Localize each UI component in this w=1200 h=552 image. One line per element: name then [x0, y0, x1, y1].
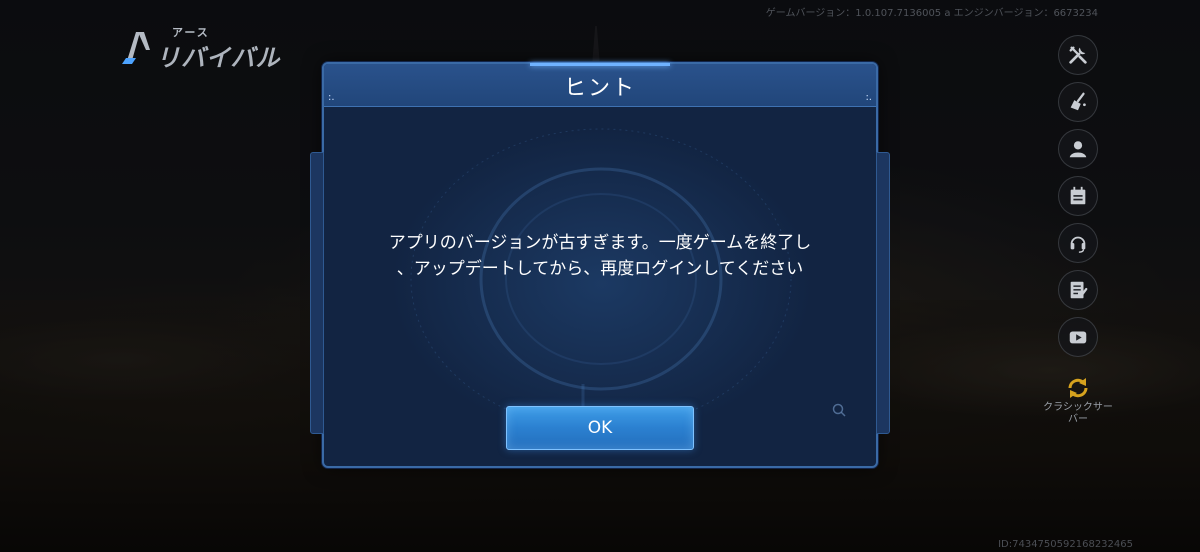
dialog-message: アプリのバージョンが古すぎます。一度ゲームを終了し 、アップデートしてから、再度… — [354, 230, 846, 282]
support-button[interactable] — [1058, 223, 1098, 263]
ok-button[interactable]: OK — [506, 406, 694, 450]
tools-button[interactable] — [1058, 35, 1098, 75]
dialog-right-wing — [876, 152, 890, 434]
account-button[interactable] — [1058, 129, 1098, 169]
version-info: ゲームバージョン：1.0.107.7136005 a エンジンバージョン：667… — [765, 8, 1098, 19]
play-icon — [1069, 331, 1087, 344]
hint-dialog: ヒント :. :. アプリのバージョンが古すぎます。一度ゲームを終了し 、アップ… — [310, 62, 890, 468]
survey-button[interactable] — [1058, 270, 1098, 310]
user-icon — [1069, 141, 1087, 158]
logo-title: リバイバル — [156, 44, 281, 72]
dialog-title-bar: ヒント :. :. — [324, 63, 876, 107]
message-line-1: アプリのバージョンが古すぎます。一度ゲームを終了し — [388, 233, 812, 253]
notice-button[interactable] — [1058, 176, 1098, 216]
classic-server-button[interactable]: クラシックサー バー — [1038, 374, 1118, 426]
refresh-icon — [1068, 378, 1088, 398]
calendar-icon — [1070, 186, 1086, 205]
notes-icon — [1070, 281, 1088, 299]
logo-mark-icon — [122, 32, 150, 64]
game-logo: アース リバイバル — [122, 22, 292, 72]
search-icon — [832, 403, 846, 417]
game-screen: アース リバイバル ゲームバージョン：1.0.107.7136005 a エンジ… — [0, 0, 1200, 552]
dialog-title: ヒント — [563, 76, 636, 101]
broom-icon — [1070, 92, 1086, 111]
dialog-left-wing — [310, 152, 324, 434]
classic-server-label-2: バー — [1068, 414, 1088, 425]
title-glow — [530, 63, 670, 66]
headset-icon — [1070, 236, 1086, 253]
player-id: ID:7434750592168232465 — [998, 539, 1133, 550]
cleanup-button[interactable] — [1058, 82, 1098, 122]
title-dots-left: :. — [328, 92, 335, 103]
message-line-2: 、アップデートしてから、再度ログインしてください — [396, 259, 804, 279]
video-button[interactable] — [1058, 317, 1098, 357]
tools-icon — [1069, 46, 1087, 64]
classic-server-label-1: クラシックサー — [1043, 402, 1113, 413]
title-dots-right: :. — [865, 92, 872, 103]
